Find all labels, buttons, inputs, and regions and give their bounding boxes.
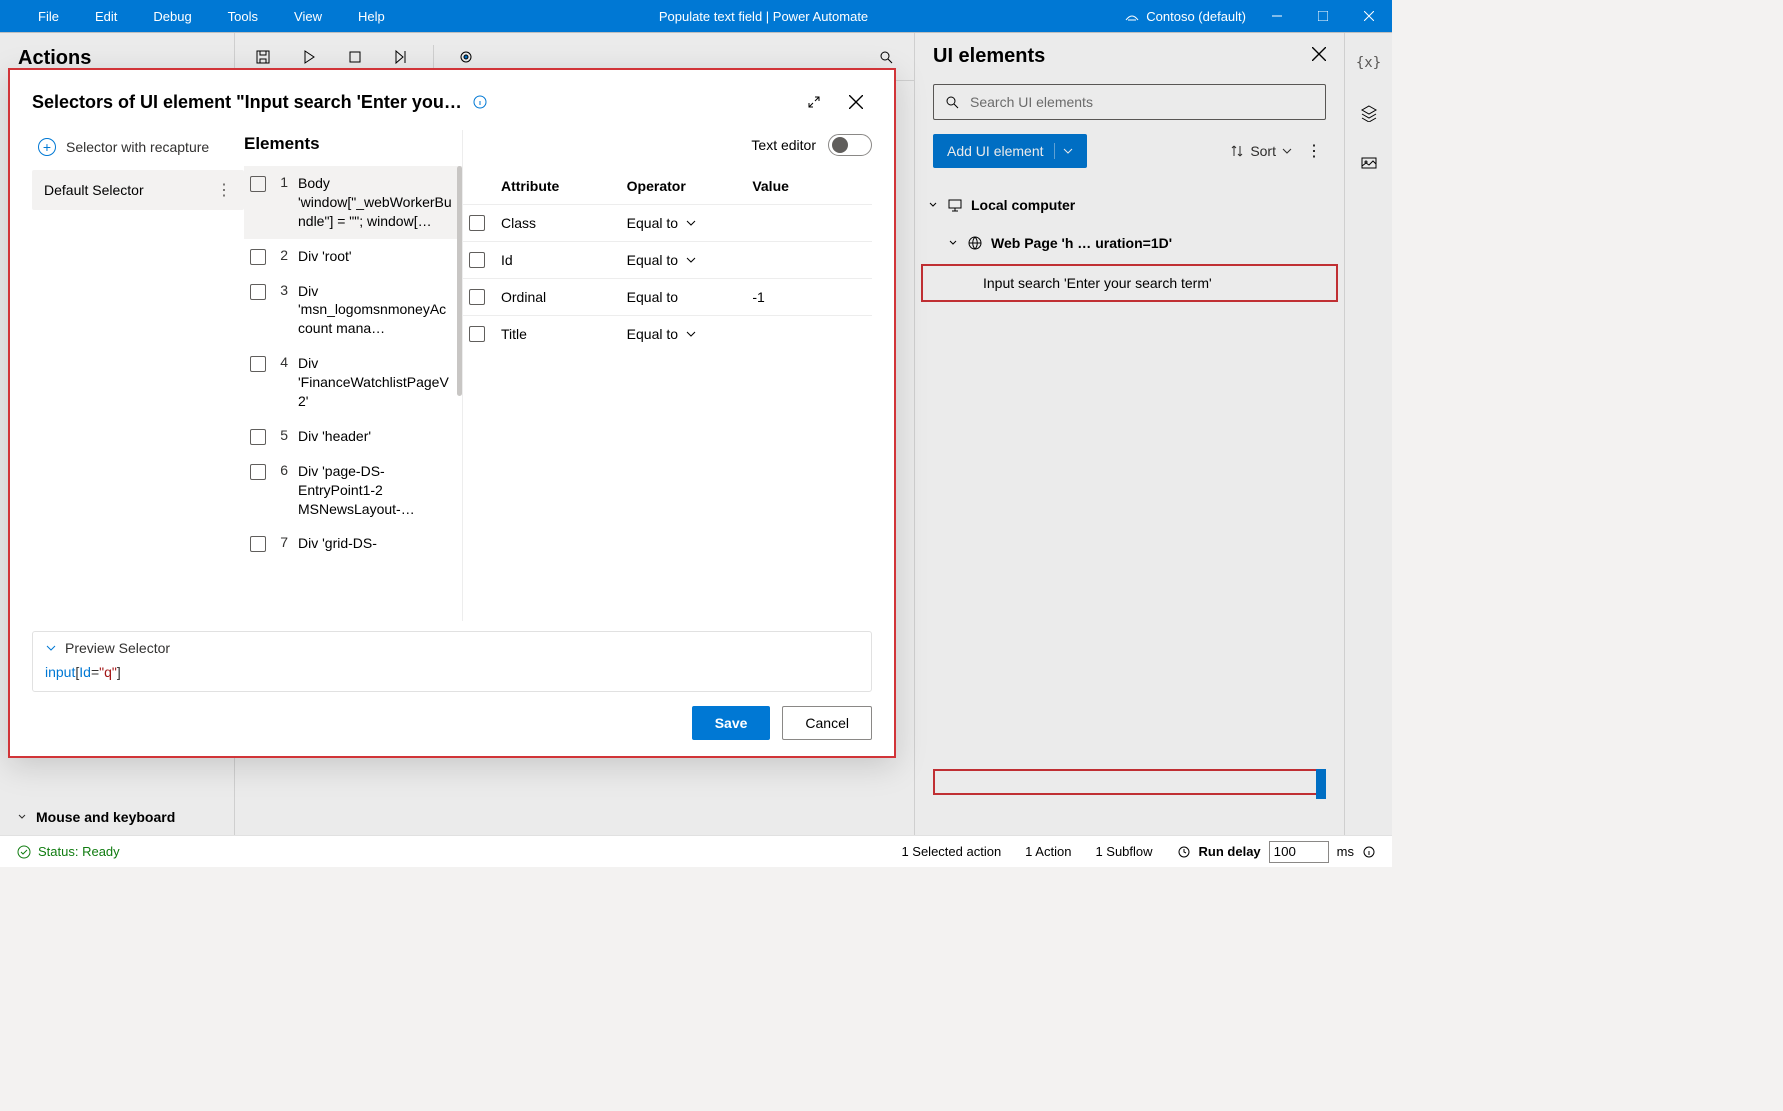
attr-value[interactable] <box>746 204 872 241</box>
element-text: Div 'header' <box>298 427 452 446</box>
element-row[interactable]: 4 Div 'FinanceWatchlistPageV2' <box>244 346 462 419</box>
attr-name: Title <box>495 315 621 352</box>
text-editor-label: Text editor <box>751 137 816 153</box>
element-index: 7 <box>276 534 288 550</box>
selector-with-recapture-button[interactable]: Selector with recapture <box>32 130 244 164</box>
selectors-dialog: Selectors of UI element "Input search 'E… <box>8 68 896 758</box>
attr-value[interactable] <box>746 315 872 352</box>
close-button[interactable] <box>1346 0 1392 32</box>
run-delay-unit: ms <box>1337 844 1354 859</box>
preview-selector-panel: Preview Selector input[Id="q"] <box>32 631 872 692</box>
preview-selector-label: Preview Selector <box>65 640 170 656</box>
element-checkbox[interactable] <box>250 176 266 192</box>
element-row[interactable]: 6 Div 'page-DS-EntryPoint1-2 MSNewsLayout… <box>244 454 462 527</box>
elements-heading: Elements <box>244 134 320 154</box>
element-row[interactable]: 7 Div 'grid-DS- <box>244 526 462 561</box>
element-text: Div 'page-DS-EntryPoint1-2 MSNewsLayout-… <box>298 462 452 519</box>
cancel-button[interactable]: Cancel <box>782 706 872 740</box>
dialog-title: Selectors of UI element "Input search 'E… <box>32 92 462 113</box>
element-text: Div 'root' <box>298 247 452 266</box>
attr-checkbox[interactable] <box>469 215 485 231</box>
window-controls <box>1254 0 1392 32</box>
element-index: 1 <box>276 174 288 190</box>
element-checkbox[interactable] <box>250 536 266 552</box>
attr-value[interactable]: -1 <box>746 278 872 315</box>
menu-view[interactable]: View <box>276 3 340 30</box>
maximize-button[interactable] <box>1300 0 1346 32</box>
element-text: Div 'grid-DS- <box>298 534 452 553</box>
environment-label: Contoso (default) <box>1146 9 1246 24</box>
scrollbar[interactable] <box>457 166 462 396</box>
info-icon[interactable] <box>472 94 488 110</box>
element-text: Div 'msn_logomsnmoneyAccount mana… <box>298 282 452 339</box>
status-ready: Status: Ready <box>16 844 120 860</box>
element-checkbox[interactable] <box>250 356 266 372</box>
close-icon[interactable] <box>840 86 872 118</box>
menu-edit[interactable]: Edit <box>77 3 135 30</box>
attr-name: Class <box>495 204 621 241</box>
run-delay-input[interactable] <box>1269 841 1329 863</box>
main-menu: File Edit Debug Tools View Help <box>0 3 403 30</box>
minimize-button[interactable] <box>1254 0 1300 32</box>
attr-operator[interactable]: Equal to <box>621 241 747 278</box>
status-subflows: 1 Subflow <box>1095 844 1152 859</box>
status-selected-actions: 1 Selected action <box>901 844 1001 859</box>
col-operator: Operator <box>621 168 747 204</box>
menu-help[interactable]: Help <box>340 3 403 30</box>
menu-tools[interactable]: Tools <box>210 3 276 30</box>
attr-checkbox[interactable] <box>469 289 485 305</box>
attr-operator[interactable]: Equal to <box>621 278 747 315</box>
save-button[interactable]: Save <box>692 706 771 740</box>
text-editor-toggle[interactable] <box>828 134 872 156</box>
preview-selector-code: input[Id="q"] <box>45 664 859 681</box>
status-actions: 1 Action <box>1025 844 1071 859</box>
element-checkbox[interactable] <box>250 464 266 480</box>
col-attribute: Attribute <box>495 168 621 204</box>
element-checkbox[interactable] <box>250 284 266 300</box>
elements-panel: Elements 1 Body 'window["_webWorkerBundle… <box>244 130 462 621</box>
environment-picker[interactable]: Contoso (default) <box>1124 8 1254 24</box>
element-text: Div 'FinanceWatchlistPageV2' <box>298 354 452 411</box>
attr-operator[interactable]: Equal to <box>621 315 747 352</box>
clock-icon <box>1177 845 1191 859</box>
chevron-down-icon <box>45 642 57 654</box>
more-icon[interactable]: ⋮ <box>216 180 232 200</box>
element-row[interactable]: 1 Body 'window["_webWorkerBundle"] = ""; … <box>244 166 462 239</box>
attributes-panel: Text editor Attribute Operator Value Cla… <box>462 130 894 621</box>
element-checkbox[interactable] <box>250 249 266 265</box>
menu-file[interactable]: File <box>20 3 77 30</box>
element-checkbox[interactable] <box>250 429 266 445</box>
status-bar: Status: Ready 1 Selected action 1 Action… <box>0 835 1392 867</box>
menu-debug[interactable]: Debug <box>135 3 209 30</box>
info-icon[interactable] <box>1362 845 1376 859</box>
attr-name: Ordinal <box>495 278 621 315</box>
selector-item-label: Default Selector <box>44 182 144 198</box>
element-row[interactable]: 2 Div 'root' <box>244 239 462 274</box>
element-index: 3 <box>276 282 288 298</box>
element-row[interactable]: 3 Div 'msn_logomsnmoneyAccount mana… <box>244 274 462 347</box>
attr-checkbox[interactable] <box>469 252 485 268</box>
title-bar: File Edit Debug Tools View Help Populate… <box>0 0 1392 32</box>
preview-selector-toggle[interactable]: Preview Selector <box>45 640 859 656</box>
selector-item[interactable]: Default Selector ⋮ <box>32 170 244 210</box>
element-index: 4 <box>276 354 288 370</box>
attr-name: Id <box>495 241 621 278</box>
app-title: Populate text field | Power Automate <box>403 9 1125 24</box>
recapture-label: Selector with recapture <box>66 139 209 155</box>
element-row[interactable]: 5 Div 'header' <box>244 419 462 454</box>
element-index: 2 <box>276 247 288 263</box>
plus-icon <box>38 138 56 156</box>
col-value: Value <box>746 168 872 204</box>
expand-icon[interactable] <box>798 86 830 118</box>
element-index: 5 <box>276 427 288 443</box>
element-text: Body 'window["_webWorkerBundle"] = ""; w… <box>298 174 452 231</box>
attr-value[interactable] <box>746 241 872 278</box>
attr-operator[interactable]: Equal to <box>621 204 747 241</box>
attr-checkbox[interactable] <box>469 326 485 342</box>
element-index: 6 <box>276 462 288 478</box>
selectors-list-panel: Selector with recapture Default Selector… <box>32 130 244 621</box>
run-delay-group: Run delay ms <box>1177 841 1376 863</box>
run-delay-label: Run delay <box>1199 844 1261 859</box>
